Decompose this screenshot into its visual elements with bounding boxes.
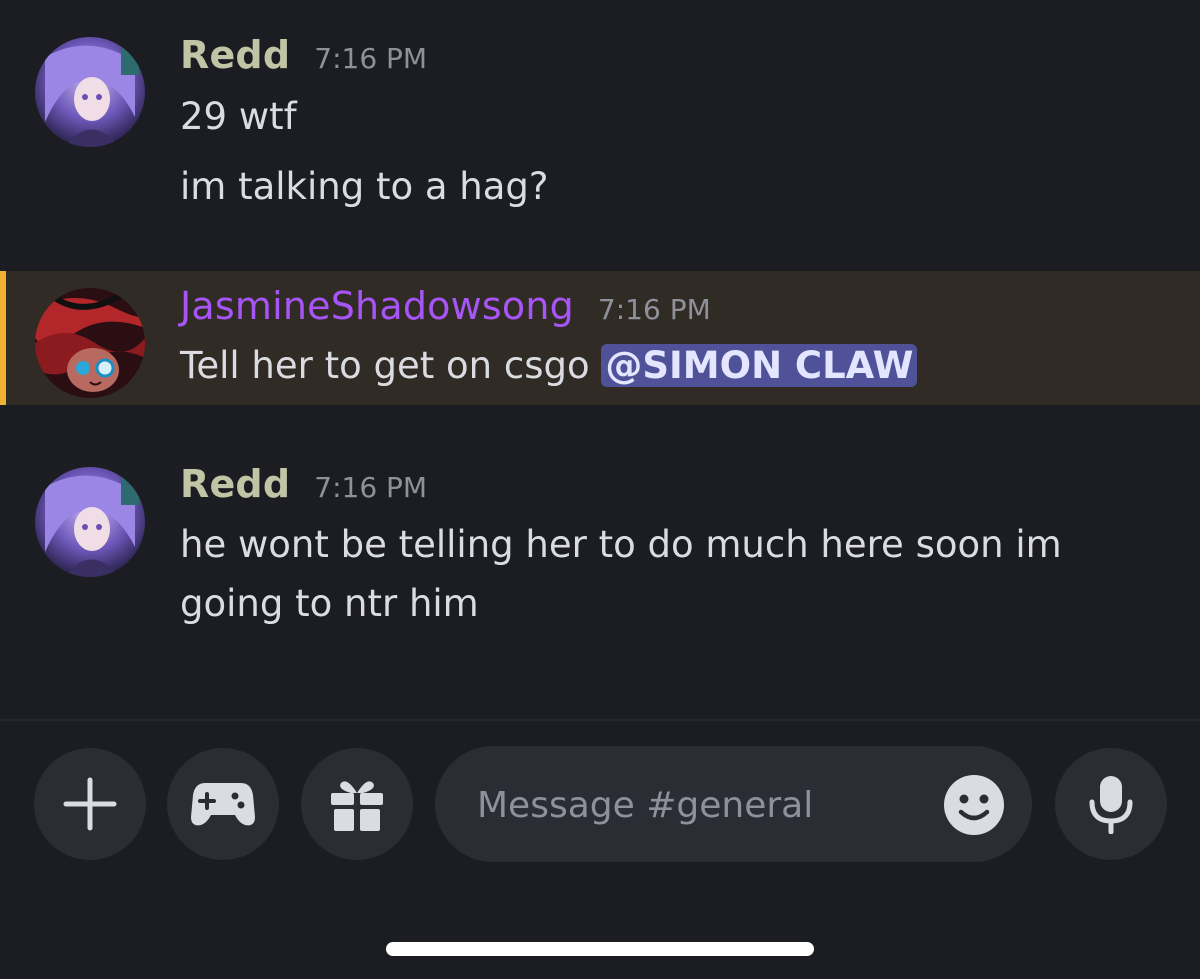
message-text: he wont be telling her to do much here s… — [180, 523, 1062, 566]
message-text: 29 wtf — [180, 95, 297, 138]
message-text-body: Tell her to get on csgo — [180, 344, 602, 387]
gift-icon — [331, 781, 383, 831]
message-list: Redd 7:16 PM 29 wtf im talking to a hag?… — [0, 0, 1200, 720]
emoji-button[interactable] — [943, 774, 1005, 836]
voice-message-button[interactable] — [1055, 748, 1167, 860]
message-highlighted: JasmineShadowsong 7:16 PM Tell her to ge… — [0, 271, 1200, 405]
add-attachment-button[interactable] — [34, 748, 146, 860]
user-mention[interactable]: @SIMON CLAW — [601, 344, 918, 387]
avatar[interactable] — [35, 467, 145, 577]
gift-button[interactable] — [301, 748, 413, 860]
composer-divider — [0, 719, 1200, 721]
avatar[interactable] — [35, 37, 145, 147]
gamepad-icon — [191, 783, 255, 826]
message-text: im talking to a hag? — [180, 165, 549, 208]
timestamp: 7:16 PM — [314, 42, 428, 75]
message-text: going to ntr him — [180, 582, 479, 625]
plus-icon — [63, 777, 117, 831]
timestamp: 7:16 PM — [597, 293, 711, 326]
activities-button[interactable] — [167, 748, 279, 860]
author-name[interactable]: JasmineShadowsong — [180, 284, 574, 328]
message-input-container[interactable] — [435, 746, 1032, 862]
home-indicator[interactable] — [386, 942, 814, 956]
microphone-icon — [1089, 776, 1133, 834]
emoji-icon — [944, 775, 1004, 835]
message: Redd 7:16 PM he wont be telling her to d… — [0, 440, 1200, 640]
author-name[interactable]: Redd — [180, 33, 290, 77]
avatar[interactable] — [35, 288, 145, 398]
message-input[interactable] — [475, 774, 919, 836]
message-text: Tell her to get on csgo @SIMON CLAW — [180, 344, 918, 387]
timestamp: 7:16 PM — [314, 471, 428, 504]
message: Redd 7:16 PM 29 wtf im talking to a hag? — [0, 0, 1200, 260]
author-name[interactable]: Redd — [180, 462, 290, 506]
